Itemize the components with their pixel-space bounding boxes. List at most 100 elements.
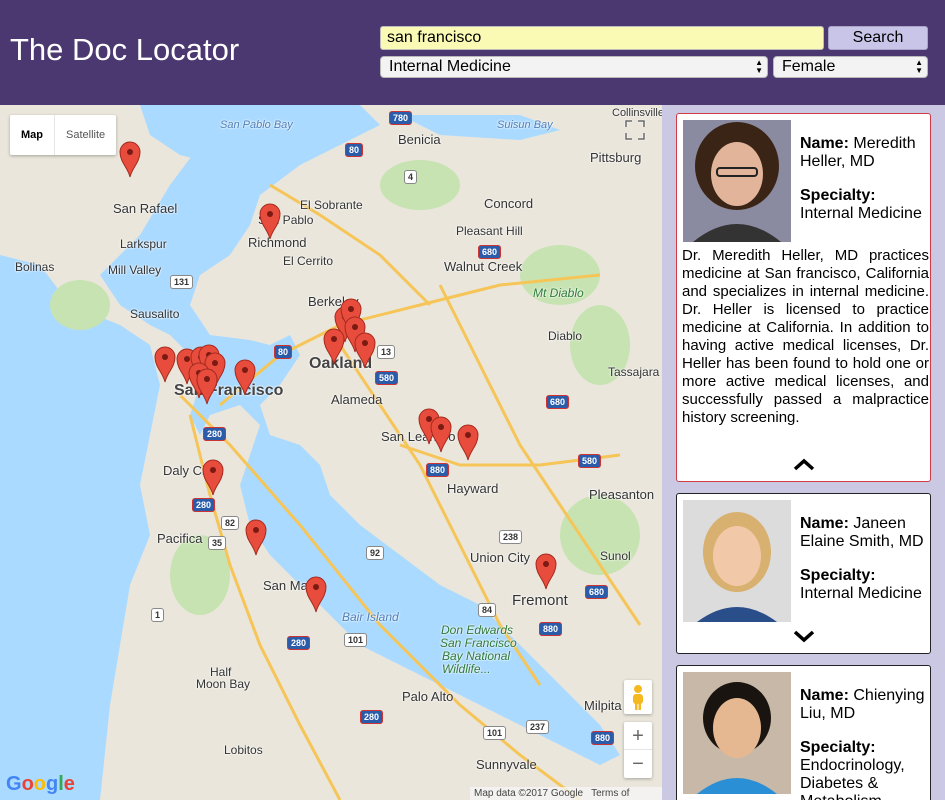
highway-shield: 35 bbox=[208, 536, 227, 550]
map-pin-icon[interactable] bbox=[119, 140, 141, 178]
highway-shield: 82 bbox=[221, 516, 240, 530]
map-attribution: Map data ©2017 GoogleTerms of Use bbox=[470, 787, 662, 800]
highway-shield: 580 bbox=[578, 454, 602, 468]
map-pin-icon[interactable] bbox=[234, 358, 256, 396]
map-label: Palo Alto bbox=[402, 689, 454, 704]
map-label: Mt Diablo bbox=[533, 286, 584, 300]
map-pin-icon[interactable] bbox=[154, 345, 176, 383]
map-pin-icon[interactable] bbox=[259, 202, 281, 240]
map-label: Wildlife... bbox=[442, 662, 491, 676]
highway-shield: 680 bbox=[546, 395, 570, 409]
highway-shield: 101 bbox=[483, 726, 507, 740]
specialty-select[interactable]: Internal Medicine ▲ ▼ bbox=[380, 56, 768, 78]
map-pin-icon[interactable] bbox=[354, 331, 376, 369]
map-label: Alameda bbox=[331, 392, 383, 407]
map-pin-icon[interactable] bbox=[323, 327, 345, 365]
map-label: Pleasant Hill bbox=[456, 224, 523, 238]
highway-shield: 13 bbox=[377, 345, 396, 359]
map-label: Pleasanton bbox=[589, 487, 655, 502]
highway-shield: 92 bbox=[366, 546, 385, 560]
highway-shield: 880 bbox=[426, 463, 450, 477]
select-arrows-icon: ▲ ▼ bbox=[915, 58, 923, 75]
highway-shield: 80 bbox=[274, 345, 293, 359]
highway-shield: 580 bbox=[375, 371, 399, 385]
collapse-chevron-up-icon[interactable] bbox=[790, 456, 818, 472]
doctor-specialty: Endocrinology, Diabetes & Metabolism bbox=[800, 757, 905, 800]
map-label: Milpita bbox=[584, 698, 622, 713]
map-type-map-button[interactable]: Map bbox=[10, 115, 54, 155]
fullscreen-button[interactable] bbox=[618, 113, 652, 147]
highway-shield: 280 bbox=[203, 427, 227, 441]
map-pin-icon[interactable] bbox=[457, 423, 479, 461]
map-label: Mill Valley bbox=[108, 263, 162, 277]
pegman-icon bbox=[633, 685, 643, 710]
map-label: Sunol bbox=[600, 549, 631, 563]
zoom-out-button[interactable]: − bbox=[624, 750, 652, 778]
highway-shield: 238 bbox=[499, 530, 523, 544]
specialty-select-value: Internal Medicine bbox=[389, 58, 511, 75]
highway-shield: 280 bbox=[287, 636, 311, 650]
map-view[interactable]: San Pablo Bay Suisun Bay Benicia Pittsbu… bbox=[0, 105, 662, 800]
doctor-photo bbox=[683, 120, 791, 242]
map-label: San Pablo Bay bbox=[220, 119, 293, 131]
specialty-label: Specialty: bbox=[800, 567, 876, 584]
map-label: San Francisco bbox=[440, 636, 517, 650]
select-arrows-icon: ▲ ▼ bbox=[755, 58, 763, 75]
map-pin-icon[interactable] bbox=[535, 552, 557, 590]
doctor-specialty: Internal Medicine bbox=[800, 205, 922, 222]
highway-shield: 1 bbox=[151, 608, 165, 622]
app-title: The Doc Locator bbox=[10, 32, 240, 67]
map-pin-icon[interactable] bbox=[430, 415, 452, 453]
map-pin-icon[interactable] bbox=[196, 367, 218, 405]
doctor-card[interactable]: Name: Janeen Elaine Smith, MD Specialty:… bbox=[676, 493, 931, 654]
map-label: El Cerrito bbox=[283, 254, 334, 268]
name-label: Name: bbox=[800, 687, 849, 704]
doctor-info: Name: Chienying Liu, MD Specialty: Endocr… bbox=[800, 687, 930, 800]
map-label: Don Edwards bbox=[441, 623, 514, 637]
results-panel[interactable]: Name: Meredith Heller, MD Specialty: Inte… bbox=[662, 105, 945, 800]
map-pin-icon[interactable] bbox=[202, 458, 224, 496]
highway-shield: 80 bbox=[345, 143, 364, 157]
map-label: Union City bbox=[470, 550, 530, 565]
doctor-photo bbox=[683, 672, 791, 794]
app-header: The Doc Locator san francisco Search Int… bbox=[0, 0, 945, 105]
doctor-card[interactable]: Name: Meredith Heller, MD Specialty: Inte… bbox=[676, 113, 931, 482]
gender-select-value: Female bbox=[782, 58, 836, 75]
doctor-card[interactable]: Name: Chienying Liu, MD Specialty: Endocr… bbox=[676, 665, 931, 800]
name-label: Name: bbox=[800, 515, 849, 532]
specialty-label: Specialty: bbox=[800, 739, 876, 756]
specialty-label: Specialty: bbox=[800, 187, 876, 204]
google-logo[interactable]: Google bbox=[6, 773, 75, 796]
zoom-in-button[interactable]: + bbox=[624, 722, 652, 750]
map-label: Hayward bbox=[447, 481, 499, 496]
doctor-description: Dr. Meredith Heller, MD practices medici… bbox=[682, 247, 929, 426]
fullscreen-icon bbox=[624, 119, 646, 141]
map-label: Bolinas bbox=[15, 260, 55, 274]
highway-shield: 280 bbox=[192, 498, 216, 512]
map-type-satellite-button[interactable]: Satellite bbox=[54, 115, 116, 155]
map-label: Larkspur bbox=[120, 237, 167, 251]
location-search-input[interactable]: san francisco bbox=[380, 26, 824, 50]
highway-shield: 680 bbox=[585, 585, 609, 599]
map-label: Pacifica bbox=[157, 531, 203, 546]
map-label: Bair Island bbox=[342, 610, 399, 624]
map-label: Sunnyvale bbox=[476, 757, 537, 772]
map-label: Fremont bbox=[512, 592, 568, 609]
map-data-credit: Map data ©2017 Google bbox=[474, 788, 584, 799]
zoom-control: + − bbox=[624, 722, 652, 778]
map-pin-icon[interactable] bbox=[305, 575, 327, 613]
highway-shield: 280 bbox=[360, 710, 384, 724]
gender-select[interactable]: Female ▲ ▼ bbox=[773, 56, 928, 78]
map-type-control: Map Satellite bbox=[10, 115, 117, 155]
doctor-photo bbox=[683, 500, 791, 622]
map-label: Sausalito bbox=[130, 307, 180, 321]
map-label: Benicia bbox=[398, 132, 441, 147]
search-button[interactable]: Search bbox=[828, 26, 928, 50]
map-label: Lobitos bbox=[224, 743, 263, 757]
map-pin-icon[interactable] bbox=[245, 518, 267, 556]
highway-shield: 780 bbox=[389, 111, 413, 125]
street-view-pegman-button[interactable] bbox=[624, 680, 652, 714]
name-label: Name: bbox=[800, 135, 849, 152]
map-label: Moon Bay bbox=[196, 677, 251, 691]
expand-chevron-down-icon[interactable] bbox=[790, 628, 818, 644]
